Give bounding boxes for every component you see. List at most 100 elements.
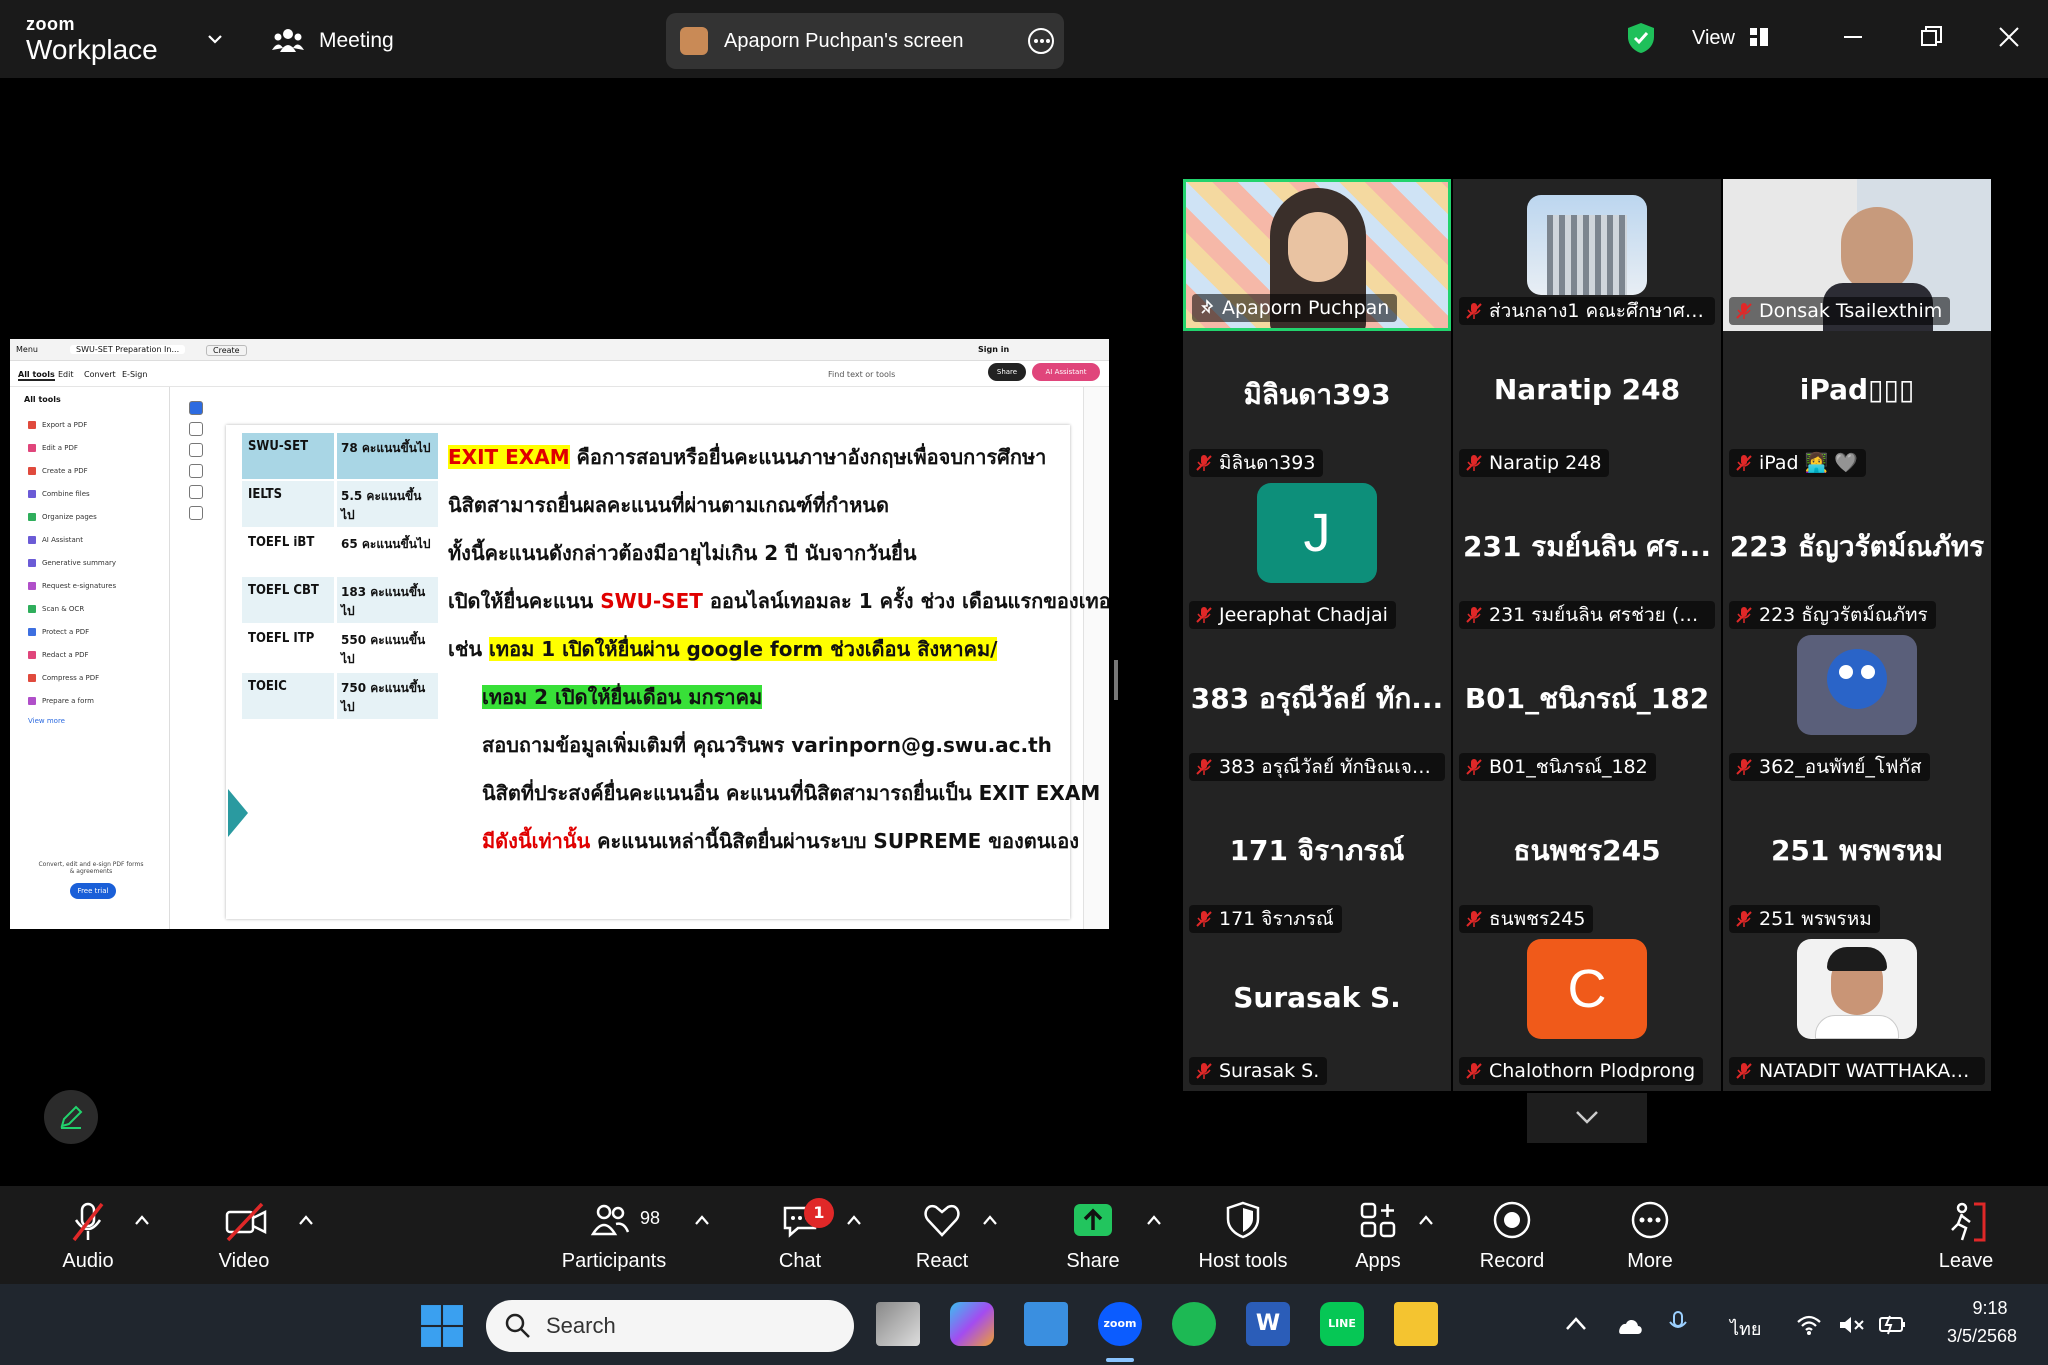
record-button[interactable]: Record [1452, 1186, 1572, 1284]
leave-button[interactable]: Leave [1906, 1186, 2026, 1284]
zoom-app-icon[interactable]: zoom [1098, 1302, 1142, 1346]
free-trial-button[interactable]: Free trial [70, 883, 116, 899]
zoom-tool-icon[interactable] [189, 422, 203, 436]
grid-view-icon[interactable] [1750, 28, 1768, 46]
notepad-icon[interactable] [1024, 1302, 1068, 1346]
menu-tab-edit[interactable]: Edit [58, 370, 74, 379]
draw-tool-icon[interactable] [189, 443, 203, 457]
view-button[interactable]: View [1692, 27, 1735, 50]
pdf-tab[interactable]: SWU-SET Preparation In... [70, 345, 186, 354]
tool-item[interactable]: AI Assistant [28, 536, 83, 548]
participant-tile[interactable]: C Chalothorn Plodprong [1453, 939, 1721, 1091]
text-tool-icon[interactable] [189, 485, 203, 499]
participant-tile[interactable]: Donsak Tsailexthim [1723, 179, 1991, 331]
participant-tile[interactable]: ส่วนกลาง1 คณะศึกษาศาส... [1453, 179, 1721, 331]
spotify-icon[interactable] [1172, 1302, 1216, 1346]
video-button[interactable]: Video [184, 1186, 304, 1284]
chevron-up-icon[interactable] [1146, 1214, 1162, 1226]
apps-button[interactable]: Apps [1318, 1186, 1438, 1284]
participants-button[interactable]: Participants [554, 1186, 674, 1284]
participant-tile[interactable]: มิลินดา393 มิลินดา393 [1183, 331, 1451, 483]
wifi-icon[interactable] [1796, 1314, 1822, 1336]
tool-item[interactable]: Generative summary [28, 559, 116, 571]
file-explorer-icon[interactable] [1394, 1302, 1438, 1346]
participant-tile[interactable]: 171 จิราภรณ์ 171 จิราภรณ์ [1183, 787, 1451, 939]
next-page-button[interactable] [1527, 1093, 1647, 1143]
audio-button[interactable]: Audio [28, 1186, 148, 1284]
participant-tile[interactable]: Surasak S. Surasak S. [1183, 939, 1451, 1091]
language-indicator[interactable]: ไทย [1730, 1314, 1761, 1343]
close-icon[interactable] [1994, 22, 2024, 52]
tool-item[interactable]: Combine files [28, 490, 90, 502]
participant-tile[interactable]: 231 รมย์นลิน ศร... 231 รมย์นลิน ศรช่วย (… [1453, 483, 1721, 635]
encryption-shield-icon[interactable] [1626, 22, 1656, 54]
clock-date[interactable]: 3/5/2568 [1930, 1326, 2034, 1347]
word-icon[interactable]: W [1246, 1302, 1290, 1346]
react-button[interactable]: React [882, 1186, 1002, 1284]
line-icon[interactable]: LINE [1320, 1302, 1364, 1346]
find-text-field[interactable]: Find text or tools [828, 370, 895, 379]
windows-start-icon[interactable] [420, 1304, 464, 1348]
meeting-menu[interactable]: Meeting [319, 29, 394, 53]
tool-item[interactable]: Redact a PDF [28, 651, 89, 663]
view-more-link[interactable]: View more [28, 717, 65, 729]
chevron-up-icon[interactable] [1564, 1314, 1588, 1334]
tool-item[interactable]: Protect a PDF [28, 628, 89, 640]
tool-item[interactable]: Compress a PDF [28, 674, 99, 686]
participant-tile[interactable]: Naratip 248 Naratip 248 [1453, 331, 1721, 483]
more-button[interactable]: More [1590, 1186, 1710, 1284]
tool-item[interactable]: Edit a PDF [28, 444, 78, 456]
restore-icon[interactable] [1916, 22, 1946, 52]
tool-item[interactable]: Prepare a form [28, 697, 94, 709]
volume-muted-icon[interactable] [1838, 1314, 1866, 1336]
stamp-tool-icon[interactable] [189, 506, 203, 520]
screen-share-indicator[interactable]: Apaporn Puchpan's screen [666, 13, 1064, 69]
minimize-icon[interactable] [1838, 22, 1868, 52]
tool-item[interactable]: Scan & OCR [28, 605, 84, 617]
participant-tile[interactable]: 383 อรุณีวัลย์ ทัก... 383 อรุณีวัลย์ ทัก… [1183, 635, 1451, 787]
tool-item[interactable]: Export a PDF [28, 421, 87, 433]
menu-label[interactable]: Menu [16, 345, 38, 354]
menu-tab-convert[interactable]: Convert [84, 370, 116, 379]
sign-in-link[interactable]: Sign in [978, 345, 1009, 354]
chevron-down-icon[interactable] [204, 28, 226, 50]
chat-button[interactable]: Chat [740, 1186, 860, 1284]
participant-tile[interactable]: 251 พรพรหม 251 พรพรหม [1723, 787, 1991, 939]
tool-item[interactable]: Create a PDF [28, 467, 88, 479]
chevron-up-icon[interactable] [694, 1214, 710, 1226]
chevron-up-icon[interactable] [1418, 1214, 1434, 1226]
participant-tile[interactable]: 223 ธัญวรัตม์ณภัทร 223 ธัญวรัตม์ณภัทร [1723, 483, 1991, 635]
select-tool-icon[interactable] [189, 401, 203, 415]
create-tab[interactable]: Create [206, 345, 247, 356]
microphone-icon[interactable] [1666, 1310, 1696, 1338]
tool-item[interactable]: Request e-signatures [28, 582, 116, 594]
ai-assistant-button[interactable]: AI Assistant [1032, 363, 1100, 381]
chevron-up-icon[interactable] [134, 1214, 150, 1226]
onedrive-cloud-icon[interactable] [1614, 1314, 1644, 1336]
chevron-up-icon[interactable] [982, 1214, 998, 1226]
copilot-icon[interactable] [950, 1302, 994, 1346]
participant-tile[interactable]: Apaporn Puchpan [1183, 179, 1451, 331]
chevron-up-icon[interactable] [846, 1214, 862, 1226]
taskbar-search[interactable]: Search [486, 1300, 854, 1352]
participant-tile[interactable]: J Jeeraphat Chadjai [1183, 483, 1451, 635]
tool-item[interactable]: Organize pages [28, 513, 97, 525]
lasso-tool-icon[interactable] [189, 464, 203, 478]
menu-tab-esign[interactable]: E-Sign [122, 370, 147, 379]
participant-tile[interactable]: 362_อนพัทย์_โฟกัส [1723, 635, 1991, 787]
more-options-icon[interactable] [1028, 28, 1054, 54]
participant-tile[interactable]: iPad▯▯▯ iPad 👩‍💻 🩶 [1723, 331, 1991, 483]
share-pdf-button[interactable]: Share [988, 363, 1026, 381]
participant-tile[interactable]: ธนพชร245 ธนพชร245 [1453, 787, 1721, 939]
menu-tab-all-tools[interactable]: All tools [18, 370, 55, 381]
battery-icon[interactable] [1878, 1312, 1908, 1336]
participant-tile[interactable]: NATADIT WATTHAKAN... [1723, 939, 1991, 1091]
share-button[interactable]: Share [1033, 1186, 1153, 1284]
task-view-icon[interactable] [876, 1302, 920, 1346]
splitter-handle[interactable] [1114, 660, 1118, 700]
chevron-up-icon[interactable] [298, 1214, 314, 1226]
clock-time[interactable]: 9:18 [1952, 1298, 2028, 1319]
participant-tile[interactable]: B01_ชนิภรณ์_182 B01_ชนิภรณ์_182 [1453, 635, 1721, 787]
host-tools-button[interactable]: Host tools [1183, 1186, 1303, 1284]
annotate-button[interactable] [44, 1090, 98, 1144]
